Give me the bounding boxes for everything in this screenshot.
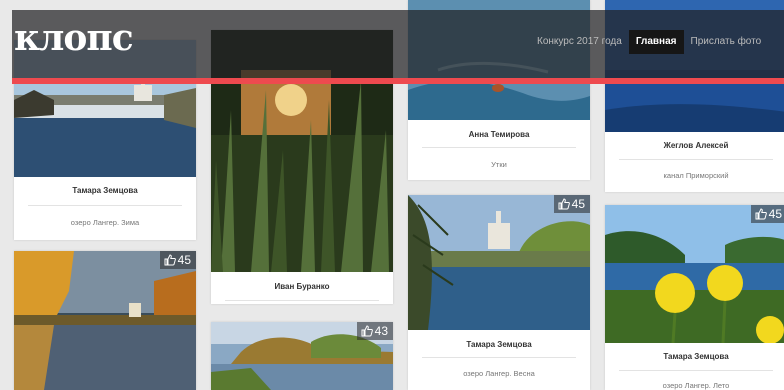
thumbs-up-icon xyxy=(164,254,176,266)
thumbs-up-icon xyxy=(361,325,373,337)
nav-item-contest-2017[interactable]: Конкурс 2017 года xyxy=(530,30,629,54)
divider xyxy=(225,300,379,301)
photo-caption: озеро Лангер. Лето xyxy=(662,381,730,390)
photo-card[interactable]: 45 xyxy=(14,251,196,390)
divider xyxy=(619,370,773,371)
likes-count: 43 xyxy=(374,324,388,338)
site-logo[interactable]: клопс xyxy=(14,18,134,58)
photo-card[interactable]: 43 xyxy=(211,322,393,390)
divider xyxy=(422,147,576,148)
photo-caption: озеро Лангер. Весна xyxy=(463,369,535,378)
photo-author: Жеглов Алексей xyxy=(663,141,729,150)
photo-caption: Утки xyxy=(491,160,507,169)
photo-card[interactable]: 45 Тамара Земцова озеро Лангер. Весна xyxy=(408,195,590,390)
main-nav: Конкурс 2017 года Главная Прислать фото xyxy=(530,30,768,54)
photo-spring-lake[interactable]: 45 xyxy=(408,195,590,330)
divider xyxy=(28,205,182,206)
photo-caption: озеро Лангер. Зима xyxy=(70,218,140,227)
likes-count: 45 xyxy=(571,197,585,211)
nav-item-home[interactable]: Главная xyxy=(628,30,684,54)
photo-autumn-trees-lake[interactable]: 43 xyxy=(211,322,393,390)
divider xyxy=(619,159,773,160)
photo-author: Тамара Земцова xyxy=(663,352,729,361)
photo-caption: канал Приморский xyxy=(663,171,729,180)
likes-count: 45 xyxy=(177,253,191,267)
photo-author: Тамара Земцова xyxy=(72,186,138,195)
thumbs-up-icon xyxy=(558,198,570,210)
photo-author: Иван Буранко xyxy=(274,282,330,291)
photo-dandelions-lake[interactable]: 45 xyxy=(605,205,784,343)
thumbs-up-icon xyxy=(755,208,767,220)
likes-badge[interactable]: 45 xyxy=(159,251,196,269)
divider xyxy=(422,357,576,358)
nav-item-send-photo[interactable]: Прислать фото xyxy=(684,30,769,54)
likes-count: 45 xyxy=(768,207,782,221)
photo-card[interactable]: 45 Тамара Земцова озеро Лангер. Лето xyxy=(605,205,784,390)
page-margin xyxy=(0,0,12,390)
likes-badge[interactable]: 43 xyxy=(356,322,393,340)
likes-badge[interactable]: 45 xyxy=(750,205,784,223)
header-accent-line xyxy=(12,78,784,84)
photo-author: Анна Темирова xyxy=(468,130,530,139)
likes-badge[interactable]: 45 xyxy=(553,195,590,213)
photo-author: Тамара Земцова xyxy=(466,340,532,349)
photo-autumn-lake[interactable]: 45 xyxy=(14,251,196,390)
